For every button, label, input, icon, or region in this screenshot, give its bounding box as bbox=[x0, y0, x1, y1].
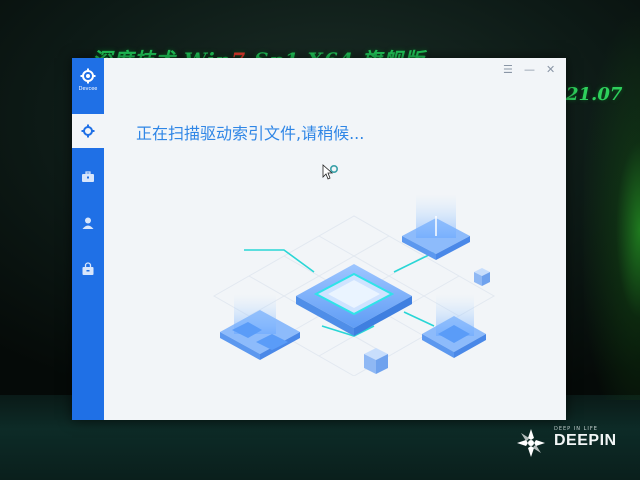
user-icon bbox=[82, 217, 94, 229]
app-logo: Devcee bbox=[72, 68, 104, 92]
sidebar-item-user[interactable] bbox=[72, 206, 104, 240]
deepin-logo-icon bbox=[517, 429, 545, 457]
minimize-button[interactable]: — bbox=[524, 64, 535, 75]
sidebar-item-bag[interactable] bbox=[72, 252, 104, 286]
gear-logo-icon bbox=[80, 68, 96, 84]
scan-status-text: 正在扫描驱动索引文件,请稍候... bbox=[136, 124, 365, 143]
menu-button[interactable]: ☰ bbox=[503, 64, 513, 75]
scanning-illustration bbox=[212, 194, 496, 376]
deepin-brand: DEEP IN LIFE DEEPIN bbox=[512, 424, 622, 464]
driver-app-window: Devcee ☰ — ✕ 正在扫描驱动索引文件,请稍候... bbox=[72, 58, 566, 420]
sidebar-item-settings[interactable] bbox=[72, 114, 104, 148]
app-logo-label: Devcee bbox=[78, 86, 98, 92]
bag-icon bbox=[82, 262, 94, 275]
sidebar: Devcee bbox=[72, 58, 104, 420]
wallpaper-version: 21.07 bbox=[566, 84, 623, 105]
gear-icon bbox=[81, 124, 95, 138]
toolbox-icon bbox=[82, 171, 94, 182]
close-button[interactable]: ✕ bbox=[546, 64, 555, 75]
sidebar-item-toolbox[interactable] bbox=[72, 160, 104, 194]
brand-name: DEEPIN bbox=[554, 432, 617, 449]
